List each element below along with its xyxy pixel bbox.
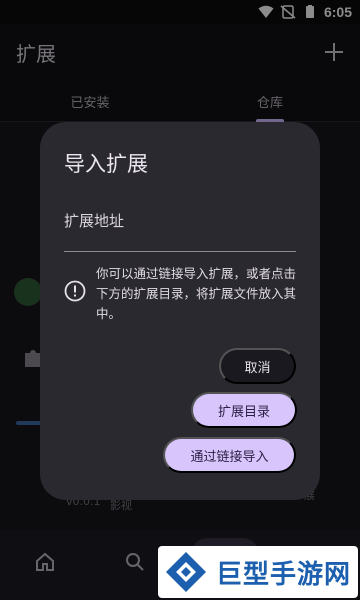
import-via-link-button[interactable]: 通过链接导入 [163,437,296,473]
import-extension-dialog: 导入扩展 扩展地址 你可以通过链接导入扩展，或者点击下方的扩展目录，将扩展文件放… [40,122,320,500]
watermark: 巨型手游网 [158,546,358,598]
extension-catalog-button[interactable]: 扩展目录 [191,392,297,428]
cancel-button[interactable]: 取消 [219,348,296,384]
extension-url-underline[interactable] [64,240,296,252]
extension-url-input[interactable]: 扩展地址 [64,210,124,231]
watermark-logo-icon [166,552,206,592]
dialog-title: 导入扩展 [64,152,148,176]
info-circle-icon [64,280,86,302]
info-message: 你可以通过链接导入扩展，或者点击下方的扩展目录，将扩展文件放入其中。 [64,264,300,324]
info-text: 你可以通过链接导入扩展，或者点击下方的扩展目录，将扩展文件放入其中。 [96,266,297,321]
watermark-text: 巨型手游网 [216,559,352,590]
